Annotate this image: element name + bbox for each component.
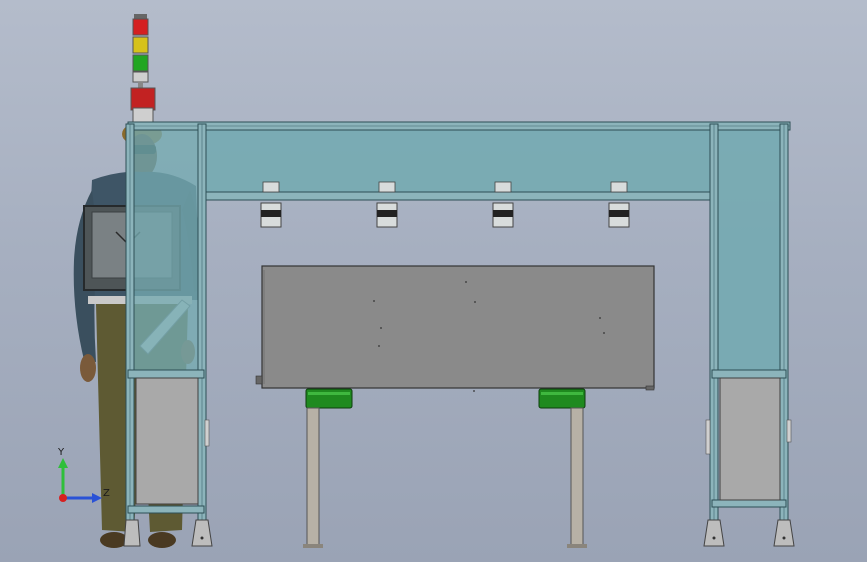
signal-tower-icon bbox=[130, 14, 156, 123]
lamp-2[interactable] bbox=[376, 181, 398, 228]
frame-feet bbox=[123, 519, 795, 547]
assembly-model[interactable]: Y Z bbox=[0, 0, 867, 562]
lamp-4[interactable] bbox=[608, 181, 630, 228]
z-axis-label: Z bbox=[103, 488, 110, 499]
y-axis-label: Y bbox=[57, 447, 65, 458]
work-table[interactable] bbox=[255, 265, 655, 548]
cad-viewport[interactable]: Y Z bbox=[0, 0, 867, 562]
left-cabinet[interactable] bbox=[135, 377, 210, 505]
right-cabinet[interactable] bbox=[705, 377, 792, 501]
lamp-3[interactable] bbox=[492, 181, 514, 228]
lamp-1[interactable] bbox=[260, 181, 282, 228]
